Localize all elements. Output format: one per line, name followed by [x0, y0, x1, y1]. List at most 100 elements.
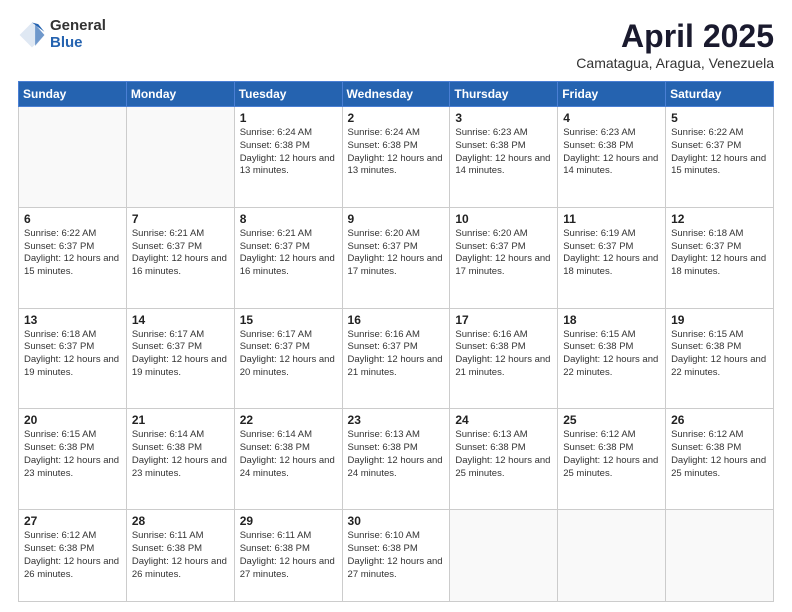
day-info: Sunrise: 6:12 AM Sunset: 6:38 PM Dayligh… — [563, 429, 660, 480]
day-info: Sunrise: 6:12 AM Sunset: 6:38 PM Dayligh… — [24, 530, 121, 581]
table-row: 21 Sunrise: 6:14 AM Sunset: 6:38 PM Dayl… — [126, 409, 234, 510]
day-info: Sunrise: 6:13 AM Sunset: 6:38 PM Dayligh… — [348, 429, 445, 480]
table-row: 16 Sunrise: 6:16 AM Sunset: 6:37 PM Dayl… — [342, 308, 450, 409]
table-row: 4 Sunrise: 6:23 AM Sunset: 6:38 PM Dayli… — [558, 107, 666, 208]
day-info: Sunrise: 6:23 AM Sunset: 6:38 PM Dayligh… — [455, 127, 552, 178]
day-number: 13 — [24, 313, 121, 327]
day-info: Sunrise: 6:21 AM Sunset: 6:37 PM Dayligh… — [240, 228, 337, 279]
table-row: 27 Sunrise: 6:12 AM Sunset: 6:38 PM Dayl… — [19, 510, 127, 602]
calendar-header-row: Sunday Monday Tuesday Wednesday Thursday… — [19, 82, 774, 107]
table-row: 15 Sunrise: 6:17 AM Sunset: 6:37 PM Dayl… — [234, 308, 342, 409]
table-row: 18 Sunrise: 6:15 AM Sunset: 6:38 PM Dayl… — [558, 308, 666, 409]
table-row: 17 Sunrise: 6:16 AM Sunset: 6:38 PM Dayl… — [450, 308, 558, 409]
day-info: Sunrise: 6:10 AM Sunset: 6:38 PM Dayligh… — [348, 530, 445, 581]
day-number: 3 — [455, 111, 552, 125]
table-row: 7 Sunrise: 6:21 AM Sunset: 6:37 PM Dayli… — [126, 207, 234, 308]
day-info: Sunrise: 6:18 AM Sunset: 6:37 PM Dayligh… — [24, 329, 121, 380]
table-row: 8 Sunrise: 6:21 AM Sunset: 6:37 PM Dayli… — [234, 207, 342, 308]
table-row — [126, 107, 234, 208]
table-row: 29 Sunrise: 6:11 AM Sunset: 6:38 PM Dayl… — [234, 510, 342, 602]
day-number: 19 — [671, 313, 768, 327]
logo-blue-text: Blue — [50, 35, 106, 52]
day-info: Sunrise: 6:15 AM Sunset: 6:38 PM Dayligh… — [563, 329, 660, 380]
day-number: 24 — [455, 413, 552, 427]
table-row: 9 Sunrise: 6:20 AM Sunset: 6:37 PM Dayli… — [342, 207, 450, 308]
day-info: Sunrise: 6:12 AM Sunset: 6:38 PM Dayligh… — [671, 429, 768, 480]
header: General Blue April 2025 Camatagua, Aragu… — [18, 18, 774, 71]
day-number: 17 — [455, 313, 552, 327]
day-info: Sunrise: 6:17 AM Sunset: 6:37 PM Dayligh… — [132, 329, 229, 380]
day-info: Sunrise: 6:14 AM Sunset: 6:38 PM Dayligh… — [132, 429, 229, 480]
day-info: Sunrise: 6:16 AM Sunset: 6:38 PM Dayligh… — [455, 329, 552, 380]
col-sunday: Sunday — [19, 82, 127, 107]
day-number: 1 — [240, 111, 337, 125]
table-row: 30 Sunrise: 6:10 AM Sunset: 6:38 PM Dayl… — [342, 510, 450, 602]
day-info: Sunrise: 6:24 AM Sunset: 6:38 PM Dayligh… — [348, 127, 445, 178]
col-monday: Monday — [126, 82, 234, 107]
logo-icon — [18, 21, 46, 49]
logo-text: General Blue — [50, 18, 106, 51]
table-row: 14 Sunrise: 6:17 AM Sunset: 6:37 PM Dayl… — [126, 308, 234, 409]
day-info: Sunrise: 6:21 AM Sunset: 6:37 PM Dayligh… — [132, 228, 229, 279]
day-number: 6 — [24, 212, 121, 226]
table-row — [666, 510, 774, 602]
table-row: 22 Sunrise: 6:14 AM Sunset: 6:38 PM Dayl… — [234, 409, 342, 510]
page: General Blue April 2025 Camatagua, Aragu… — [0, 0, 792, 612]
day-info: Sunrise: 6:19 AM Sunset: 6:37 PM Dayligh… — [563, 228, 660, 279]
day-number: 8 — [240, 212, 337, 226]
table-row: 3 Sunrise: 6:23 AM Sunset: 6:38 PM Dayli… — [450, 107, 558, 208]
day-number: 28 — [132, 514, 229, 528]
day-number: 9 — [348, 212, 445, 226]
day-info: Sunrise: 6:11 AM Sunset: 6:38 PM Dayligh… — [240, 530, 337, 581]
day-number: 27 — [24, 514, 121, 528]
table-row: 25 Sunrise: 6:12 AM Sunset: 6:38 PM Dayl… — [558, 409, 666, 510]
table-row: 5 Sunrise: 6:22 AM Sunset: 6:37 PM Dayli… — [666, 107, 774, 208]
day-number: 30 — [348, 514, 445, 528]
table-row: 6 Sunrise: 6:22 AM Sunset: 6:37 PM Dayli… — [19, 207, 127, 308]
col-wednesday: Wednesday — [342, 82, 450, 107]
table-row: 23 Sunrise: 6:13 AM Sunset: 6:38 PM Dayl… — [342, 409, 450, 510]
day-number: 29 — [240, 514, 337, 528]
col-saturday: Saturday — [666, 82, 774, 107]
table-row: 24 Sunrise: 6:13 AM Sunset: 6:38 PM Dayl… — [450, 409, 558, 510]
col-friday: Friday — [558, 82, 666, 107]
day-number: 18 — [563, 313, 660, 327]
day-info: Sunrise: 6:15 AM Sunset: 6:38 PM Dayligh… — [671, 329, 768, 380]
day-number: 26 — [671, 413, 768, 427]
day-info: Sunrise: 6:20 AM Sunset: 6:37 PM Dayligh… — [348, 228, 445, 279]
day-info: Sunrise: 6:16 AM Sunset: 6:37 PM Dayligh… — [348, 329, 445, 380]
day-info: Sunrise: 6:14 AM Sunset: 6:38 PM Dayligh… — [240, 429, 337, 480]
day-number: 15 — [240, 313, 337, 327]
day-number: 5 — [671, 111, 768, 125]
table-row — [450, 510, 558, 602]
calendar-table: Sunday Monday Tuesday Wednesday Thursday… — [18, 81, 774, 602]
day-number: 4 — [563, 111, 660, 125]
table-row: 12 Sunrise: 6:18 AM Sunset: 6:37 PM Dayl… — [666, 207, 774, 308]
table-row — [558, 510, 666, 602]
day-number: 7 — [132, 212, 229, 226]
day-info: Sunrise: 6:17 AM Sunset: 6:37 PM Dayligh… — [240, 329, 337, 380]
logo: General Blue — [18, 18, 106, 51]
table-row: 2 Sunrise: 6:24 AM Sunset: 6:38 PM Dayli… — [342, 107, 450, 208]
day-number: 10 — [455, 212, 552, 226]
day-number: 25 — [563, 413, 660, 427]
day-number: 14 — [132, 313, 229, 327]
day-number: 11 — [563, 212, 660, 226]
title-block: April 2025 Camatagua, Aragua, Venezuela — [576, 18, 774, 71]
col-tuesday: Tuesday — [234, 82, 342, 107]
day-info: Sunrise: 6:22 AM Sunset: 6:37 PM Dayligh… — [24, 228, 121, 279]
day-number: 16 — [348, 313, 445, 327]
table-row: 11 Sunrise: 6:19 AM Sunset: 6:37 PM Dayl… — [558, 207, 666, 308]
table-row: 20 Sunrise: 6:15 AM Sunset: 6:38 PM Dayl… — [19, 409, 127, 510]
day-number: 12 — [671, 212, 768, 226]
day-info: Sunrise: 6:11 AM Sunset: 6:38 PM Dayligh… — [132, 530, 229, 581]
day-info: Sunrise: 6:20 AM Sunset: 6:37 PM Dayligh… — [455, 228, 552, 279]
subtitle: Camatagua, Aragua, Venezuela — [576, 55, 774, 71]
table-row — [19, 107, 127, 208]
day-info: Sunrise: 6:23 AM Sunset: 6:38 PM Dayligh… — [563, 127, 660, 178]
table-row: 26 Sunrise: 6:12 AM Sunset: 6:38 PM Dayl… — [666, 409, 774, 510]
table-row: 28 Sunrise: 6:11 AM Sunset: 6:38 PM Dayl… — [126, 510, 234, 602]
main-title: April 2025 — [576, 18, 774, 55]
day-number: 21 — [132, 413, 229, 427]
day-info: Sunrise: 6:13 AM Sunset: 6:38 PM Dayligh… — [455, 429, 552, 480]
